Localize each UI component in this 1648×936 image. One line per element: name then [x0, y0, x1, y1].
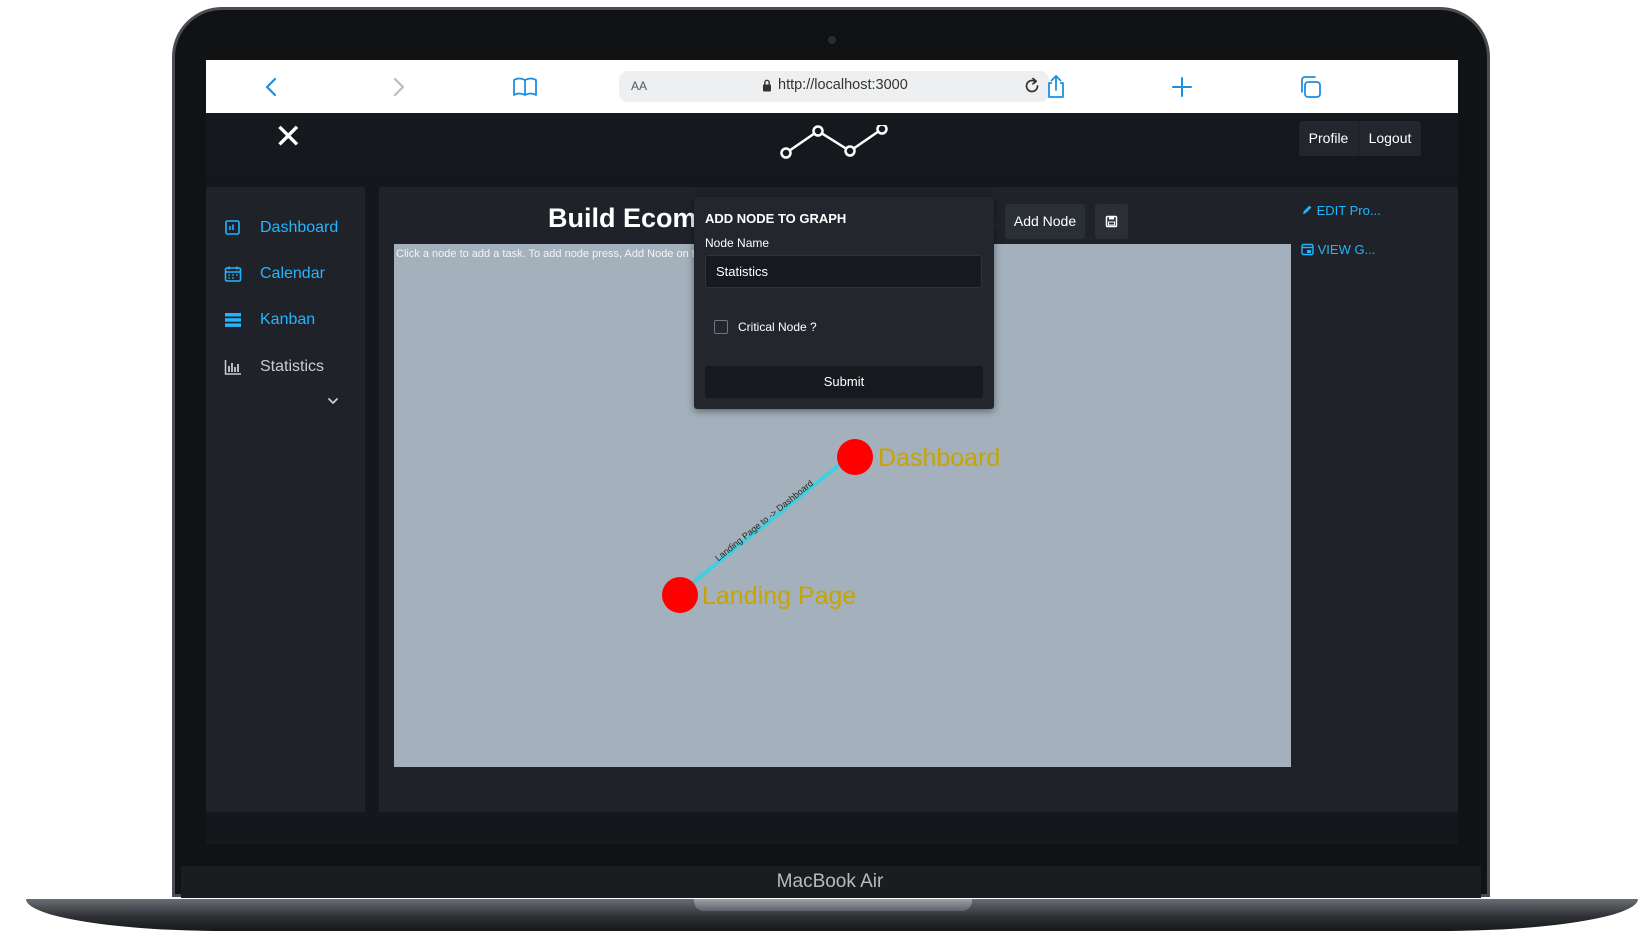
add-node-popover: ADD NODE TO GRAPH Node Name Statistics C… [694, 197, 994, 409]
sidebar: Dashboard Calendar Kanban Statistics [206, 187, 365, 844]
graph-edge-label: Landing Page to -> Dashboard [713, 478, 815, 563]
share-icon[interactable] [1042, 73, 1070, 101]
pencil-icon [1303, 205, 1312, 214]
calendar-icon [224, 266, 242, 282]
url-text: http://localhost:3000 [778, 77, 908, 93]
node-name-label: Node Name [705, 236, 770, 250]
sidebar-divider [365, 187, 379, 844]
new-tab-icon[interactable] [1168, 73, 1196, 101]
canvas-hint: Click a node to add a task. To add node … [396, 248, 695, 260]
tabs-overview-icon[interactable] [1296, 73, 1324, 101]
critical-node-checkbox[interactable] [714, 320, 728, 334]
submit-button[interactable]: Submit [705, 366, 983, 398]
graph-node-dashboard[interactable] [837, 439, 873, 475]
camera-icon [828, 36, 836, 44]
logo-icon [780, 125, 888, 159]
popover-title: ADD NODE TO GRAPH [705, 211, 847, 226]
dashboard-icon [225, 220, 240, 235]
device-brand-label: MacBook Air [776, 871, 884, 892]
screen: AA http://localhost:3000 ✕ Profile Logou… [206, 60, 1458, 844]
graph-node-landing[interactable] [662, 577, 698, 613]
forward-icon[interactable] [384, 73, 412, 101]
edit-project-link[interactable]: EDIT Pro... [1301, 203, 1381, 218]
sidebar-item-label: Calendar [260, 265, 325, 282]
kanban-icon [225, 313, 241, 327]
sidebar-item-label: Dashboard [260, 219, 339, 236]
address-bar[interactable]: AA http://localhost:3000 [619, 71, 1049, 102]
sidebar-item-label: Statistics [260, 358, 325, 375]
logout-button[interactable]: Logout [1358, 121, 1421, 156]
view-graph-label: VIEW G... [1317, 242, 1376, 257]
critical-node-label: Critical Node ? [738, 320, 817, 334]
view-graph-icon [1301, 243, 1314, 256]
reload-icon[interactable] [1023, 77, 1041, 95]
reader-mode-button[interactable]: AA [631, 79, 647, 93]
sidebar-item-label: Kanban [260, 311, 316, 328]
main-bottom-strip [206, 812, 1458, 844]
laptop-notch [694, 899, 972, 911]
edit-project-label: EDIT Pro... [1316, 203, 1381, 218]
back-icon[interactable] [258, 73, 286, 101]
save-button[interactable] [1095, 204, 1128, 239]
chevron-down-icon[interactable] [326, 394, 340, 408]
profile-button[interactable]: Profile [1299, 121, 1358, 156]
add-node-button[interactable]: Add Node [1005, 204, 1085, 239]
bookmarks-icon[interactable] [511, 73, 539, 101]
browser-toolbar: AA http://localhost:3000 [206, 60, 1458, 113]
close-icon[interactable]: ✕ [274, 120, 303, 154]
node-name-input[interactable]: Statistics [705, 255, 982, 288]
header-divider [206, 173, 1458, 187]
graph-node-label-dashboard: Dashboard [878, 444, 1000, 472]
graph-node-label-landing: Landing Page [702, 582, 856, 610]
view-graph-link[interactable]: VIEW G... [1301, 242, 1375, 257]
save-icon [1105, 215, 1118, 228]
bar-chart-icon [224, 360, 241, 375]
lock-icon [763, 79, 771, 92]
